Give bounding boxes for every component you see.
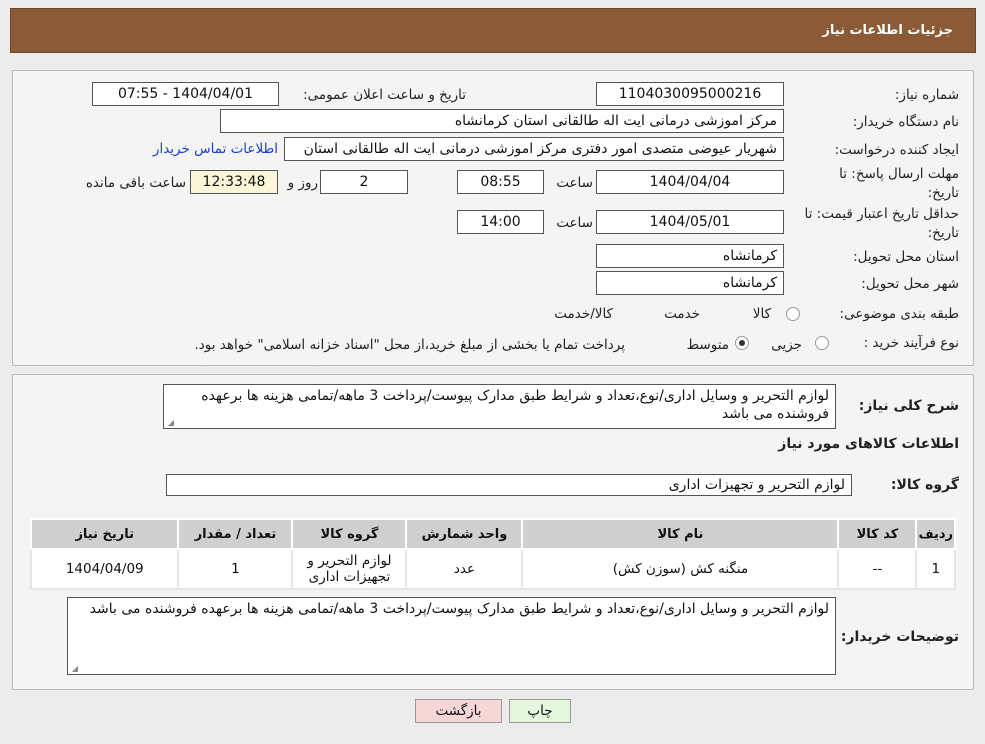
process-minor-label: جزیی xyxy=(771,337,802,353)
announce-label: تاریخ و ساعت اعلان عمومی: xyxy=(303,87,466,103)
need-number-field: 1104030095000216 xyxy=(596,82,784,106)
resize-grip-icon[interactable]: ◢ xyxy=(166,419,174,427)
need-description-text: لوازم التحریر و وسایل اداری/نوع،تعداد و … xyxy=(163,384,836,429)
validity-time-field: 14:00 xyxy=(457,210,544,234)
goods-group-label: گروه کالا: xyxy=(890,477,959,493)
category-service-label: خدمت xyxy=(664,306,700,322)
remaining-label: ساعت باقی مانده xyxy=(85,175,186,191)
category-goods-service-label: کالا/خدمت xyxy=(554,306,613,322)
process-medium-radio[interactable] xyxy=(735,336,749,350)
process-label: نوع فرآیند خرید : xyxy=(863,335,959,351)
validity-time-label: ساعت xyxy=(556,215,593,231)
cell-name: منگنه کش (سوزن کش) xyxy=(521,548,840,590)
deadline-label-cont: تاریخ: xyxy=(927,185,959,201)
col-group: گروه کالا xyxy=(291,518,408,550)
category-goods-radio[interactable] xyxy=(786,307,800,321)
province-field: کرمانشاه xyxy=(596,244,784,268)
deadline-date-field: 1404/04/04 xyxy=(596,170,784,194)
cell-row: 1 xyxy=(915,548,956,590)
print-button[interactable]: چاپ xyxy=(509,699,571,723)
items-table: ردیف کد کالا نام کالا واحد شمارش گروه کا… xyxy=(29,518,956,590)
col-code: کد کالا xyxy=(837,518,918,550)
category-goods-label: کالا xyxy=(752,306,771,322)
province-label: استان محل تحویل: xyxy=(853,249,959,265)
days-remaining-field: 2 xyxy=(320,170,408,194)
requester-label: ایجاد کننده درخواست: xyxy=(834,142,959,158)
requester-field: شهریار عیوضی متصدی امور دفتری مرکز اموزش… xyxy=(284,137,784,161)
validity-date-field: 1404/05/01 xyxy=(596,210,784,234)
cell-group: لوازم التحریر و تجهیزات اداری xyxy=(291,548,408,590)
category-label: طبقه بندی موضوعی: xyxy=(839,306,959,322)
buyer-org-field: مرکز اموزشی درمانی ایت اله طالقانی استان… xyxy=(220,109,784,133)
deadline-label: مهلت ارسال پاسخ: تا xyxy=(839,166,959,182)
process-minor-radio[interactable] xyxy=(815,336,829,350)
need-number-label: شماره نیاز: xyxy=(894,87,959,103)
table-row: 1 -- منگنه کش (سوزن کش) عدد لوازم التحری… xyxy=(29,548,956,590)
buyer-notes-text: لوازم التحریر و وسایل اداری/نوع،تعداد و … xyxy=(67,597,836,675)
buyer-notes-label: توضیحات خریدار: xyxy=(840,629,959,645)
cell-unit: عدد xyxy=(405,548,524,590)
announce-field: 1404/04/01 - 07:55 xyxy=(92,82,279,106)
col-unit: واحد شمارش xyxy=(405,518,524,550)
need-description-label: شرح کلی نیاز: xyxy=(858,398,959,414)
city-label: شهر محل تحویل: xyxy=(861,276,959,292)
cell-qty: 1 xyxy=(177,548,294,590)
process-payment-note: پرداخت تمام یا بخشی از مبلغ خرید،از محل … xyxy=(194,337,625,353)
resize-grip-icon[interactable]: ◢ xyxy=(70,665,78,673)
table-header-row: ردیف کد کالا نام کالا واحد شمارش گروه کا… xyxy=(29,518,956,550)
buyer-org-label: نام دستگاه خریدار: xyxy=(852,114,959,130)
goods-group-field: لوازم التحریر و تجهیزات اداری xyxy=(166,474,852,496)
page-title: جزئیات اطلاعات نیاز xyxy=(822,23,953,38)
col-name: نام کالا xyxy=(521,518,840,550)
validity-label-cont: تاریخ: xyxy=(927,225,959,241)
cell-code: -- xyxy=(837,548,918,590)
validity-label: حداقل تاریخ اعتبار قیمت: تا xyxy=(804,206,959,222)
remaining-time-field: 12:33:48 xyxy=(190,170,278,194)
deadline-time-label: ساعت xyxy=(556,175,593,191)
days-label: روز و xyxy=(287,175,318,191)
city-field: کرمانشاه xyxy=(596,271,784,295)
col-row: ردیف xyxy=(915,518,956,550)
cell-date: 1404/04/09 xyxy=(29,548,180,590)
buyer-notes-value: لوازم التحریر و وسایل اداری/نوع،تعداد و … xyxy=(89,601,829,617)
need-description-value: لوازم التحریر و وسایل اداری/نوع،تعداد و … xyxy=(201,388,829,422)
buyer-contact-link[interactable]: اطلاعات تماس خریدار xyxy=(153,141,278,157)
col-qty: تعداد / مقدار xyxy=(177,518,294,550)
deadline-time-field: 08:55 xyxy=(457,170,544,194)
back-button[interactable]: بازگشت xyxy=(415,699,502,723)
goods-info-title: اطلاعات کالاهای مورد نیاز xyxy=(778,436,959,452)
col-date: تاریخ نیاز xyxy=(29,518,180,550)
page-header: جزئیات اطلاعات نیاز xyxy=(10,8,976,53)
process-medium-label: متوسط xyxy=(686,337,729,353)
